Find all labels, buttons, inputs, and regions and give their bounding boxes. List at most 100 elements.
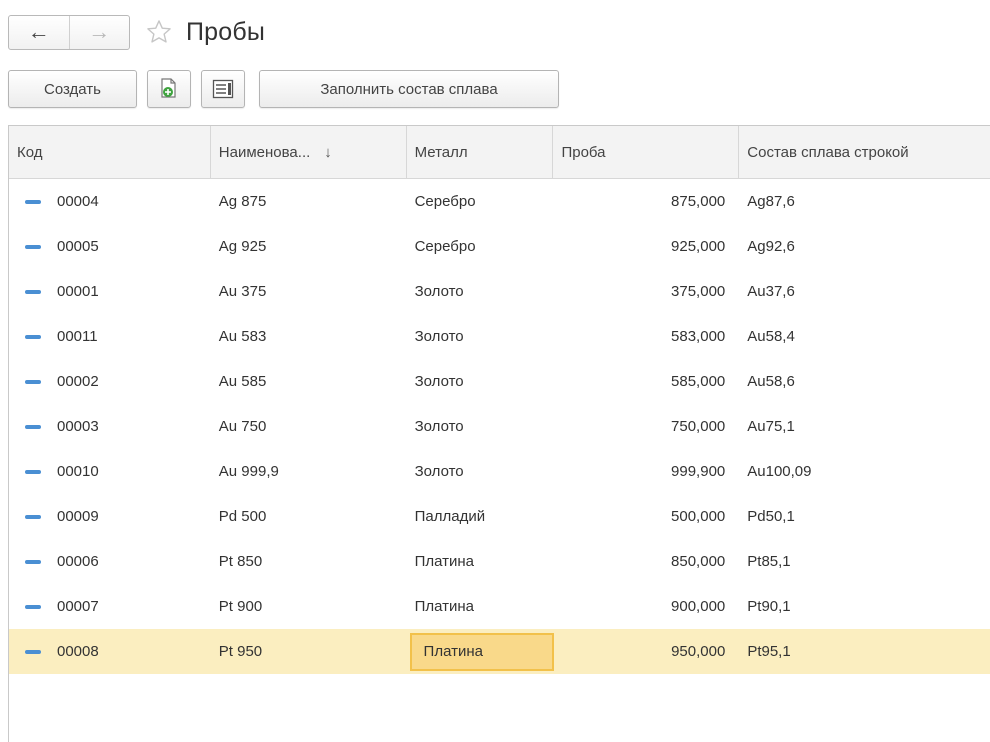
fill-alloy-composition-label: Заполнить состав сплава (320, 80, 498, 98)
command-bar: Создать Заполнить состав сплава (8, 69, 569, 109)
table-row[interactable]: 00011 Au 583 Золото 583,000 Au58,4 (9, 314, 990, 359)
create-copy-button[interactable] (147, 70, 191, 108)
cell-code: 00010 (9, 449, 211, 494)
cell-name: Au 583 (218, 328, 267, 345)
cell-composition: Pd50,1 (747, 508, 795, 525)
cell-metal: Золото (414, 328, 464, 345)
column-header-metal[interactable]: Металл (407, 126, 554, 178)
cell-metal: Платина (414, 598, 475, 615)
cell-name: Pt 950 (218, 643, 263, 660)
cell-code: 00004 (9, 179, 211, 224)
cell-name: Au 999,9 (218, 463, 279, 480)
column-header-proba[interactable]: Проба (553, 126, 740, 178)
catalog-item-dash-icon (25, 244, 41, 249)
catalog-item-dash-icon (25, 289, 41, 294)
back-button[interactable]: ← (9, 16, 69, 49)
samples-table: Код Наименова... ↓ Металл Проба Состав с… (8, 125, 990, 742)
create-button[interactable]: Создать (8, 70, 137, 108)
column-header-composition[interactable]: Состав сплава строкой (739, 126, 990, 178)
catalog-item-dash-icon (25, 379, 41, 384)
table-body: 00004 Ag 875 Серебро 875,000 Ag87,6 0000… (9, 179, 990, 674)
cell-code: 00005 (9, 224, 211, 269)
table-row[interactable]: 00005 Ag 925 Серебро 925,000 Ag92,6 (9, 224, 990, 269)
cell-composition: Pt85,1 (747, 553, 791, 570)
title-bar: ← → Пробы (8, 12, 265, 52)
cell-proba: 950,000 (671, 643, 726, 660)
catalog-item-dash-icon (25, 334, 41, 339)
cell-composition: Au37,6 (747, 283, 795, 300)
cell-composition: Pt95,1 (747, 643, 791, 660)
focused-cell-metal: Платина (409, 632, 554, 671)
table-row[interactable]: 00009 Pd 500 Палладий 500,000 Pd50,1 (9, 494, 990, 539)
cell-metal: Платина (407, 629, 554, 674)
cell-metal: Серебро (414, 238, 476, 255)
arrow-right-icon: → (88, 19, 111, 44)
cell-code: 00003 (9, 404, 211, 449)
catalog-item-dash-icon (25, 604, 41, 609)
catalog-item-dash-icon (25, 469, 41, 474)
table-row[interactable]: 00007 Pt 900 Платина 900,000 Pt90,1 (9, 584, 990, 629)
cell-proba: 850,000 (671, 553, 726, 570)
star-outline-icon (147, 20, 171, 43)
catalog-item-dash-icon (25, 424, 41, 429)
cell-name: Pt 900 (218, 598, 263, 615)
cell-name: Au 585 (218, 373, 267, 390)
cell-code: 00007 (9, 584, 211, 629)
cell-code: 00006 (9, 539, 211, 584)
cell-code: 00002 (9, 359, 211, 404)
cell-proba: 999,900 (671, 463, 726, 480)
cell-proba: 900,000 (671, 598, 726, 615)
forward-button[interactable]: → (68, 15, 130, 49)
table-row[interactable]: 00002 Au 585 Золото 585,000 Au58,6 (9, 359, 990, 404)
arrow-left-icon: ← (27, 19, 50, 44)
catalog-item-dash-icon (25, 199, 41, 204)
list-settings-icon (212, 79, 234, 99)
cell-proba: 925,000 (671, 238, 726, 255)
cell-composition: Au58,6 (747, 373, 795, 390)
cell-name: Pt 850 (218, 553, 263, 570)
list-settings-button[interactable] (201, 70, 245, 108)
column-header-code[interactable]: Код (9, 126, 211, 178)
navigation-buttons: ← → (8, 14, 130, 50)
cell-composition: Au75,1 (747, 418, 795, 435)
cell-metal: Золото (414, 283, 464, 300)
table-row[interactable]: 00010 Au 999,9 Золото 999,900 Au100,09 (9, 449, 990, 494)
cell-code: 00011 (9, 314, 211, 359)
favorite-button[interactable] (144, 17, 174, 47)
cell-code: 00001 (9, 269, 211, 314)
cell-metal: Серебро (414, 193, 476, 210)
cell-name: Ag 925 (218, 238, 267, 255)
cell-metal: Золото (414, 373, 464, 390)
cell-proba: 500,000 (671, 508, 726, 525)
create-copy-icon (161, 78, 176, 98)
table-row[interactable]: 00004 Ag 875 Серебро 875,000 Ag87,6 (9, 179, 990, 224)
column-header-name[interactable]: Наименова... ↓ (211, 126, 407, 178)
cell-proba: 875,000 (671, 193, 726, 210)
fill-alloy-composition-button[interactable]: Заполнить состав сплава (259, 70, 559, 108)
cell-metal: Золото (414, 463, 464, 480)
table-row-selected[interactable]: 00008 Pt 950 Платина 950,000 Pt95,1 (9, 629, 990, 674)
cell-code: 00008 (9, 629, 211, 674)
cell-name: Pd 500 (218, 508, 267, 525)
cell-code: 00009 (9, 494, 211, 539)
cell-name: Au 375 (218, 283, 267, 300)
cell-metal: Палладий (414, 508, 486, 525)
catalog-item-dash-icon (25, 649, 41, 654)
cell-composition: Pt90,1 (747, 598, 791, 615)
cell-proba: 585,000 (671, 373, 726, 390)
table-row[interactable]: 00003 Au 750 Золото 750,000 Au75,1 (9, 404, 990, 449)
cell-proba: 750,000 (671, 418, 726, 435)
catalog-item-dash-icon (25, 559, 41, 564)
cell-composition: Ag87,6 (747, 193, 795, 210)
sort-descending-icon: ↓ (324, 143, 332, 161)
cell-composition: Au100,09 (747, 463, 812, 480)
cell-metal: Платина (414, 553, 475, 570)
table-row[interactable]: 00001 Au 375 Золото 375,000 Au37,6 (9, 269, 990, 314)
cell-name: Au 750 (218, 418, 267, 435)
page-title: Пробы (186, 17, 266, 46)
catalog-item-dash-icon (25, 514, 41, 519)
cell-name: Ag 875 (218, 193, 267, 210)
table-header: Код Наименова... ↓ Металл Проба Состав с… (9, 126, 990, 179)
table-row[interactable]: 00006 Pt 850 Платина 850,000 Pt85,1 (9, 539, 990, 584)
cell-metal: Золото (414, 418, 464, 435)
